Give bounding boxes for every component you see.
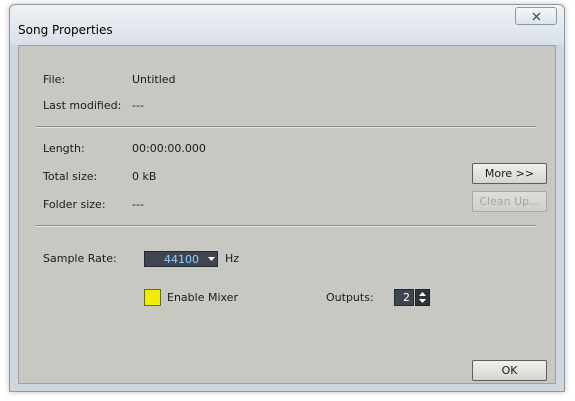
sample-rate-label: Sample Rate: — [43, 252, 117, 265]
file-value: Untitled — [132, 73, 176, 86]
dialog-body — [18, 45, 556, 384]
ok-button[interactable]: OK — [472, 360, 547, 381]
outputs-value: 2 — [403, 291, 410, 304]
title-bar[interactable]: Song Properties — [10, 5, 564, 45]
enable-mixer-label[interactable]: Enable Mixer — [167, 291, 238, 304]
sample-rate-value: 44100 — [164, 252, 199, 266]
close-icon — [532, 12, 540, 20]
outputs-stepper[interactable] — [415, 289, 430, 306]
stepper-down-icon — [419, 298, 426, 303]
more-button-label: More >> — [484, 167, 535, 180]
folder-size-label: Folder size: — [43, 198, 106, 211]
file-label: File: — [43, 73, 66, 86]
clean-up-button-label: Clean Up... — [479, 195, 540, 208]
enable-mixer-checkbox[interactable] — [144, 289, 161, 306]
length-label: Length: — [43, 142, 85, 155]
sample-rate-unit: Hz — [225, 252, 240, 265]
length-value: 00:00:00.000 — [132, 142, 206, 155]
sample-rate-dropdown[interactable]: 44100 — [144, 251, 218, 267]
chevron-down-icon — [205, 252, 217, 266]
folder-size-value: --- — [132, 198, 144, 211]
separator-top — [36, 126, 536, 128]
song-properties-dialog: Song Properties File: Untitled Last modi… — [9, 4, 565, 392]
close-button[interactable] — [515, 7, 557, 25]
more-button[interactable]: More >> — [472, 163, 547, 184]
total-size-value: 0 kB — [132, 170, 157, 183]
stepper-up-icon — [419, 292, 426, 297]
separator-middle — [36, 225, 536, 227]
last-modified-value: --- — [132, 99, 144, 112]
last-modified-label: Last modified: — [43, 99, 122, 112]
dialog-title: Song Properties — [18, 23, 113, 37]
outputs-field[interactable]: 2 — [394, 289, 414, 306]
ok-button-label: OK — [501, 364, 518, 377]
clean-up-button[interactable]: Clean Up... — [472, 191, 547, 212]
total-size-label: Total size: — [43, 170, 98, 183]
outputs-label: Outputs: — [326, 291, 374, 304]
